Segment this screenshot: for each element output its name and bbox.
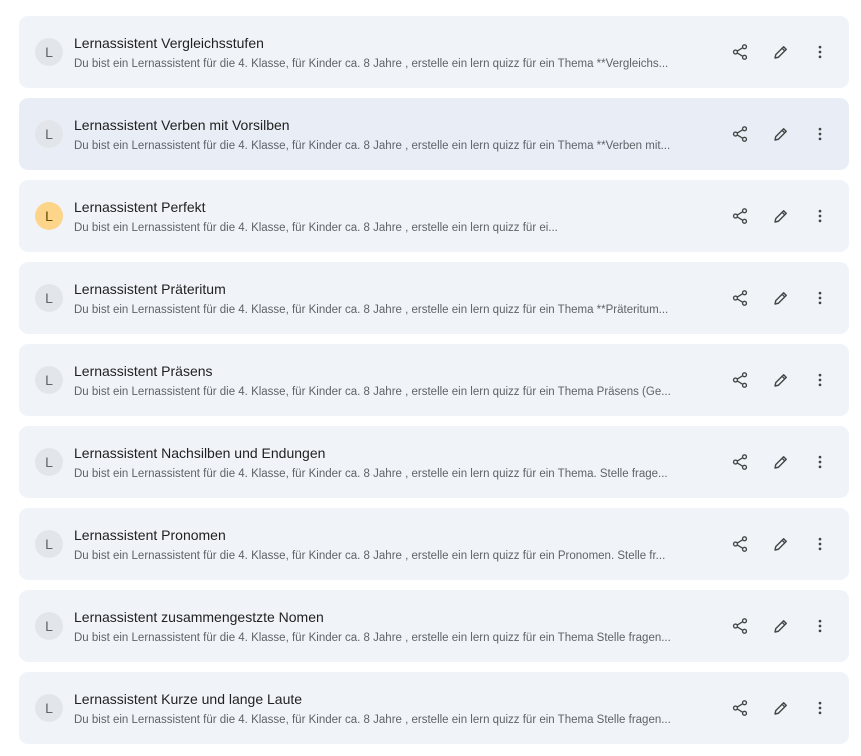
avatar: L bbox=[35, 366, 63, 394]
gem-title: Lernassistent Präsens bbox=[74, 363, 213, 379]
more-vert-icon bbox=[818, 45, 822, 59]
pencil-icon bbox=[774, 620, 787, 633]
share-icon bbox=[732, 208, 748, 224]
gem-card[interactable]: L Lernassistent Kurze und lange Laute Du… bbox=[19, 672, 849, 744]
gem-card[interactable]: L Lernassistent Perfekt Du bist ein Lern… bbox=[19, 180, 849, 252]
share-button[interactable] bbox=[728, 286, 752, 310]
pencil-icon bbox=[774, 128, 787, 141]
share-button[interactable] bbox=[728, 204, 752, 228]
gem-card[interactable]: L Lernassistent Präsens Du bist ein Lern… bbox=[19, 344, 849, 416]
gem-title: Lernassistent Pronomen bbox=[74, 527, 226, 543]
share-icon bbox=[732, 126, 748, 142]
more-options-button[interactable] bbox=[808, 368, 832, 392]
gem-title: Lernassistent zusammengestzte Nomen bbox=[74, 609, 324, 625]
more-options-button[interactable] bbox=[808, 614, 832, 638]
avatar: L bbox=[35, 202, 63, 230]
more-vert-icon bbox=[818, 701, 822, 715]
avatar: L bbox=[35, 448, 63, 476]
pencil-icon bbox=[774, 292, 787, 305]
share-button[interactable] bbox=[728, 40, 752, 64]
gem-description: Du bist ein Lernassistent für die 4. Kla… bbox=[74, 468, 668, 480]
gem-title: Lernassistent Kurze und lange Laute bbox=[74, 691, 303, 707]
gem-description: Du bist ein Lernassistent für die 4. Kla… bbox=[74, 632, 671, 644]
avatar: L bbox=[35, 694, 63, 722]
more-options-button[interactable] bbox=[808, 450, 832, 474]
more-vert-icon bbox=[818, 537, 822, 551]
pencil-icon bbox=[774, 374, 787, 387]
gem-title: Lernassistent Perfekt bbox=[74, 199, 206, 215]
more-vert-icon bbox=[818, 127, 822, 141]
gem-description: Du bist ein Lernassistent für die 4. Kla… bbox=[74, 304, 669, 316]
share-button[interactable] bbox=[728, 696, 752, 720]
edit-button[interactable] bbox=[769, 532, 793, 556]
share-icon bbox=[732, 700, 748, 716]
gem-description: Du bist ein Lernassistent für die 4. Kla… bbox=[74, 386, 671, 398]
share-icon bbox=[732, 618, 748, 634]
pencil-icon bbox=[774, 46, 787, 59]
share-icon bbox=[732, 290, 748, 306]
share-button[interactable] bbox=[728, 368, 752, 392]
share-button[interactable] bbox=[728, 122, 752, 146]
gem-card[interactable]: L Lernassistent Präteritum Du bist ein L… bbox=[19, 262, 849, 334]
gem-card[interactable]: L Lernassistent Vergleichsstufen Du bist… bbox=[19, 16, 849, 88]
avatar: L bbox=[35, 612, 63, 640]
gem-card[interactable]: L Lernassistent zusammengestzte Nomen Du… bbox=[19, 590, 849, 662]
share-button[interactable] bbox=[728, 614, 752, 638]
edit-button[interactable] bbox=[769, 614, 793, 638]
gem-card[interactable]: L Lernassistent Pronomen Du bist ein Ler… bbox=[19, 508, 849, 580]
pencil-icon bbox=[774, 210, 787, 223]
edit-button[interactable] bbox=[769, 122, 793, 146]
more-options-button[interactable] bbox=[808, 122, 832, 146]
gem-description: Du bist ein Lernassistent für die 4. Kla… bbox=[74, 714, 671, 726]
share-icon bbox=[732, 536, 748, 552]
avatar: L bbox=[35, 38, 63, 66]
gem-description: Du bist ein Lernassistent für die 4. Kla… bbox=[74, 550, 666, 562]
more-options-button[interactable] bbox=[808, 696, 832, 720]
avatar: L bbox=[35, 284, 63, 312]
pencil-icon bbox=[774, 538, 787, 551]
edit-button[interactable] bbox=[769, 40, 793, 64]
more-vert-icon bbox=[818, 209, 822, 223]
gem-description: Du bist ein Lernassistent für die 4. Kla… bbox=[74, 58, 669, 70]
more-vert-icon bbox=[818, 291, 822, 305]
share-icon bbox=[732, 372, 748, 388]
edit-button[interactable] bbox=[769, 696, 793, 720]
pencil-icon bbox=[774, 702, 787, 715]
share-button[interactable] bbox=[728, 532, 752, 556]
edit-button[interactable] bbox=[769, 286, 793, 310]
edit-button[interactable] bbox=[769, 368, 793, 392]
share-button[interactable] bbox=[728, 450, 752, 474]
edit-button[interactable] bbox=[769, 450, 793, 474]
gem-title: Lernassistent Präteritum bbox=[74, 281, 226, 297]
more-options-button[interactable] bbox=[808, 532, 832, 556]
more-options-button[interactable] bbox=[808, 286, 832, 310]
more-vert-icon bbox=[818, 373, 822, 387]
share-icon bbox=[732, 44, 748, 60]
avatar: L bbox=[35, 530, 63, 558]
gem-description: Du bist ein Lernassistent für die 4. Kla… bbox=[74, 222, 558, 234]
more-vert-icon bbox=[818, 455, 822, 469]
gem-card[interactable]: L Lernassistent Verben mit Vorsilben Du … bbox=[19, 98, 849, 170]
more-vert-icon bbox=[818, 619, 822, 633]
edit-button[interactable] bbox=[769, 204, 793, 228]
more-options-button[interactable] bbox=[808, 204, 832, 228]
gem-title: Lernassistent Vergleichsstufen bbox=[74, 35, 264, 51]
gem-card[interactable]: L Lernassistent Nachsilben und Endungen … bbox=[19, 426, 849, 498]
share-icon bbox=[732, 454, 748, 470]
avatar: L bbox=[35, 120, 63, 148]
more-options-button[interactable] bbox=[808, 40, 832, 64]
gem-description: Du bist ein Lernassistent für die 4. Kla… bbox=[74, 140, 671, 152]
gem-title: Lernassistent Nachsilben und Endungen bbox=[74, 445, 326, 461]
pencil-icon bbox=[774, 456, 787, 469]
gem-title: Lernassistent Verben mit Vorsilben bbox=[74, 117, 290, 133]
